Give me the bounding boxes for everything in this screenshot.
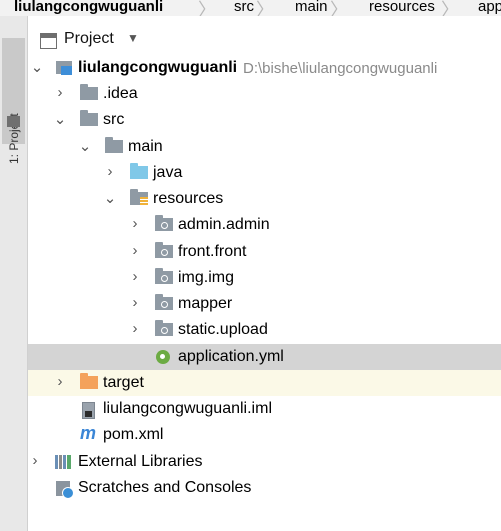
tree-row-label: External Libraries — [78, 453, 203, 470]
scratches-icon — [56, 481, 74, 499]
chevron-right-icon[interactable]: › — [53, 373, 67, 390]
chevron-right-icon: 〉 — [198, 0, 216, 16]
tree-row-label: mapper — [178, 295, 233, 312]
tree-row-external-libraries[interactable]: › External Libraries — [28, 449, 501, 475]
breadcrumb-label: liulangcongwuguanli — [14, 0, 164, 15]
chevron-down-icon[interactable]: ⌄ — [103, 189, 117, 207]
chevron-right-icon[interactable]: › — [128, 215, 142, 232]
module-icon — [56, 61, 72, 75]
tree-row-resources[interactable]: ⌄ resources — [28, 186, 501, 212]
tree-row-label: img.img — [178, 269, 235, 286]
folder-icon — [80, 84, 98, 100]
package-icon — [155, 268, 173, 284]
tree-row-label: resources — [153, 190, 224, 207]
chevron-right-icon[interactable]: › — [128, 320, 142, 337]
chevron-right-icon[interactable]: › — [128, 268, 142, 285]
tree-row-label: front.front — [178, 243, 247, 260]
tree-row-main[interactable]: ⌄ main — [28, 134, 501, 160]
chevron-down-icon[interactable]: ⌄ — [78, 137, 92, 155]
tree-row-label: application.yml — [178, 348, 284, 365]
tree-row-mapper[interactable]: › mapper — [28, 291, 501, 317]
tree-row-pom[interactable]: m pom.xml — [28, 422, 501, 448]
tree-row-label: java — [153, 164, 183, 181]
chevron-right-icon: 〉 — [441, 0, 459, 16]
tree-row-label: admin.admin — [178, 216, 270, 233]
chevron-right-icon[interactable]: › — [103, 163, 117, 180]
breadcrumb-label: src — [234, 0, 254, 15]
chevron-right-icon: 〉 — [330, 0, 348, 16]
tree-row-scratches[interactable]: Scratches and Consoles — [28, 475, 501, 501]
tree-row-label: target — [103, 374, 144, 391]
tree-row-img[interactable]: › img.img — [28, 265, 501, 291]
chevron-down-icon[interactable]: ⌄ — [30, 58, 44, 76]
chevron-right-icon: 〉 — [256, 0, 274, 16]
breadcrumb: liulangcongwuguanli 〉 src 〉 main 〉 resou… — [0, 0, 501, 16]
chevron-right-icon[interactable]: › — [28, 452, 42, 469]
spring-leaf-icon — [156, 350, 170, 364]
tree-row-project-root[interactable]: ⌄ liulangcongwuguanli D:\bishe\liulangco… — [28, 55, 501, 81]
tree-row-admin[interactable]: › admin.admin — [28, 212, 501, 238]
package-icon — [155, 215, 173, 231]
tree-row-label: src — [103, 111, 125, 128]
breadcrumb-label: appl — [478, 0, 501, 15]
chevron-down-icon[interactable]: ▼ — [127, 31, 139, 45]
chevron-down-icon[interactable]: ⌄ — [53, 110, 67, 128]
tree-row-java[interactable]: › java — [28, 160, 501, 186]
tree-row-label: liulangcongwuguanli.iml — [103, 400, 272, 417]
tree-row-iml[interactable]: liulangcongwuguanli.iml — [28, 396, 501, 422]
tool-window-strip: 1: Project — [0, 16, 28, 531]
source-folder-icon — [130, 163, 148, 179]
tree-row-idea[interactable]: › .idea — [28, 81, 501, 107]
tree-row-label: liulangcongwuguanli — [78, 59, 238, 76]
breadcrumb-label: resources — [369, 0, 435, 15]
project-tool-tab[interactable]: 1: Project — [2, 38, 25, 164]
folder-icon — [105, 137, 123, 153]
tree-row-static[interactable]: › static.upload — [28, 317, 501, 343]
breadcrumb-item-file[interactable]: appl — [478, 0, 501, 16]
breadcrumb-item-resources[interactable]: resources — [369, 0, 435, 16]
maven-icon: m — [80, 423, 97, 443]
project-window-icon — [40, 33, 57, 49]
chevron-right-icon[interactable]: › — [128, 294, 142, 311]
tree-row-src[interactable]: ⌄ src — [28, 107, 501, 133]
tree-row-label: pom.xml — [103, 426, 164, 443]
breadcrumb-item-main[interactable]: main — [295, 0, 328, 16]
chevron-right-icon[interactable]: › — [128, 242, 142, 259]
package-icon — [155, 294, 173, 310]
libraries-icon — [55, 455, 71, 469]
breadcrumb-item-src[interactable]: src — [234, 0, 254, 16]
excluded-folder-icon — [80, 373, 98, 389]
panel-title: Project — [64, 30, 114, 47]
tree-row-label: main — [128, 138, 163, 155]
iml-file-icon — [82, 402, 95, 419]
tree-row-front[interactable]: › front.front — [28, 239, 501, 265]
project-path: D:\bishe\liulangcongwuguanli — [243, 60, 438, 77]
package-icon — [155, 320, 173, 336]
folder-icon — [80, 110, 98, 126]
package-icon — [155, 242, 173, 258]
tree-row-label: Scratches and Consoles — [78, 479, 252, 496]
tree-row-label: static.upload — [178, 321, 268, 338]
resources-folder-icon — [130, 189, 148, 205]
tree-row-application-yml[interactable]: application.yml — [28, 344, 501, 370]
chevron-right-icon[interactable]: › — [53, 84, 67, 101]
breadcrumb-label: main — [295, 0, 328, 15]
breadcrumb-item-project[interactable]: liulangcongwuguanli — [14, 0, 163, 16]
tree-row-target[interactable]: › target — [28, 370, 501, 396]
tree-row-label: .idea — [103, 85, 138, 102]
folder-icon — [7, 116, 20, 127]
